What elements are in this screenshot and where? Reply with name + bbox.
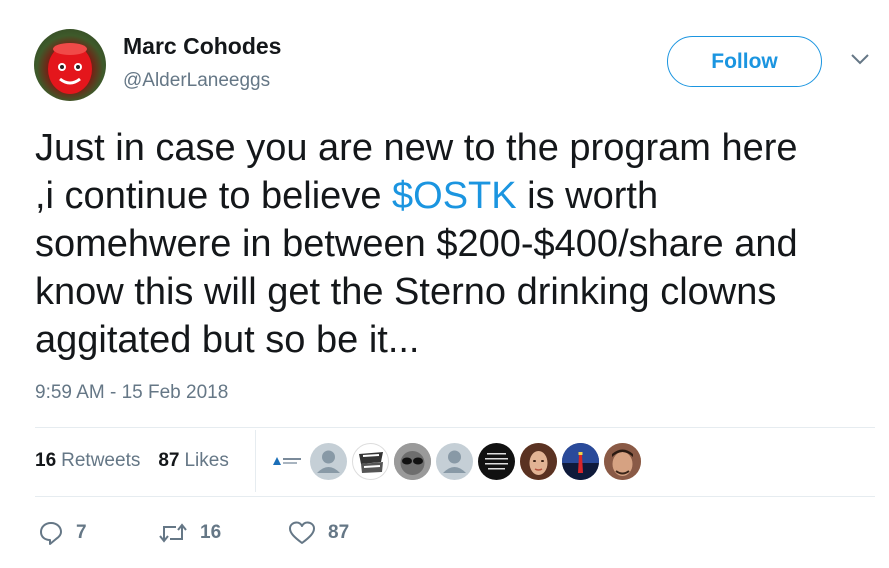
tweet-line: somehwere in between $200-$400/share and: [35, 220, 875, 268]
liker-avatar-text-logo[interactable]: [352, 443, 389, 480]
tweet-text-segment: Just in case you are new to the program …: [35, 127, 798, 169]
likes-label: Likes: [184, 450, 229, 471]
tweet-line: know this will get the Sterno drinking c…: [35, 268, 875, 316]
tweet-actions: 7 16 87: [38, 520, 349, 546]
default-user-icon: [317, 450, 340, 473]
divider: [35, 496, 875, 497]
woman-portrait-icon: [520, 443, 557, 480]
lighthouse-icon: [562, 443, 599, 480]
liker-avatar-text-quote[interactable]: [478, 443, 515, 480]
tweet-timestamp[interactable]: 9:59 AM - 15 Feb 2018: [35, 382, 228, 404]
text-quote-icon: [485, 453, 508, 470]
retweets-label: Retweets: [61, 450, 141, 471]
default-user-icon: [443, 450, 466, 473]
tweet-text: Just in case you are new to the program …: [35, 124, 875, 364]
tweet-line: aggitated but so be it...: [35, 316, 875, 364]
like-count: 87: [328, 522, 350, 543]
liker-avatars: [268, 443, 641, 480]
liker-avatar-sunglasses[interactable]: [394, 443, 431, 480]
tweet-text-segment: somehwere in between $200-$400/share and: [35, 223, 798, 265]
man-portrait-icon: [604, 443, 641, 480]
sunglasses-person-icon: [394, 443, 431, 480]
retweets-stat[interactable]: 16 Retweets: [35, 450, 140, 472]
liker-avatar-man[interactable]: [604, 443, 641, 480]
cashtag-link[interactable]: $OSTK: [392, 175, 517, 217]
kool-aid-man-image: [48, 43, 92, 94]
tweet-text-segment: aggitated but so be it...: [35, 319, 420, 361]
liker-avatar-default[interactable]: [436, 443, 473, 480]
tweet-line: ,i continue to believe $OSTK is worth: [35, 172, 875, 220]
author-avatar[interactable]: [34, 29, 106, 101]
liker-avatar-woman[interactable]: [520, 443, 557, 480]
tweet-stats: 16 Retweets 87 Likes: [35, 450, 229, 472]
liker-avatar-logo[interactable]: [268, 443, 305, 480]
heart-icon: [289, 521, 315, 544]
likes-count: 87: [158, 450, 180, 471]
tweet-line: Just in case you are new to the program …: [35, 124, 875, 172]
text-logo-icon: [359, 452, 383, 473]
divider: [35, 427, 875, 428]
reply-icon: [40, 522, 62, 545]
logo-icon: [273, 457, 301, 465]
like-button[interactable]: 87: [288, 520, 349, 546]
author-name[interactable]: Marc Cohodes: [123, 33, 281, 60]
retweet-count: 16: [200, 522, 222, 543]
retweets-count: 16: [35, 450, 57, 471]
stats-separator: [255, 430, 256, 492]
chevron-down-icon[interactable]: [850, 52, 870, 66]
author-handle[interactable]: @AlderLaneeggs: [123, 70, 270, 92]
likes-stat[interactable]: 87 Likes: [158, 450, 229, 472]
tweet-text-segment: is worth: [516, 175, 659, 217]
liker-avatar-lighthouse[interactable]: [562, 443, 599, 480]
follow-button[interactable]: Follow: [667, 36, 822, 87]
retweet-icon: [159, 523, 187, 543]
tweet-text-segment: ,i continue to believe: [35, 175, 393, 217]
liker-avatar-default[interactable]: [310, 443, 347, 480]
reply-count: 7: [76, 522, 87, 543]
retweet-button[interactable]: 16: [158, 520, 288, 546]
tweet-text-segment: know this will get the Sterno drinking c…: [35, 271, 777, 313]
reply-button[interactable]: 7: [38, 520, 158, 546]
